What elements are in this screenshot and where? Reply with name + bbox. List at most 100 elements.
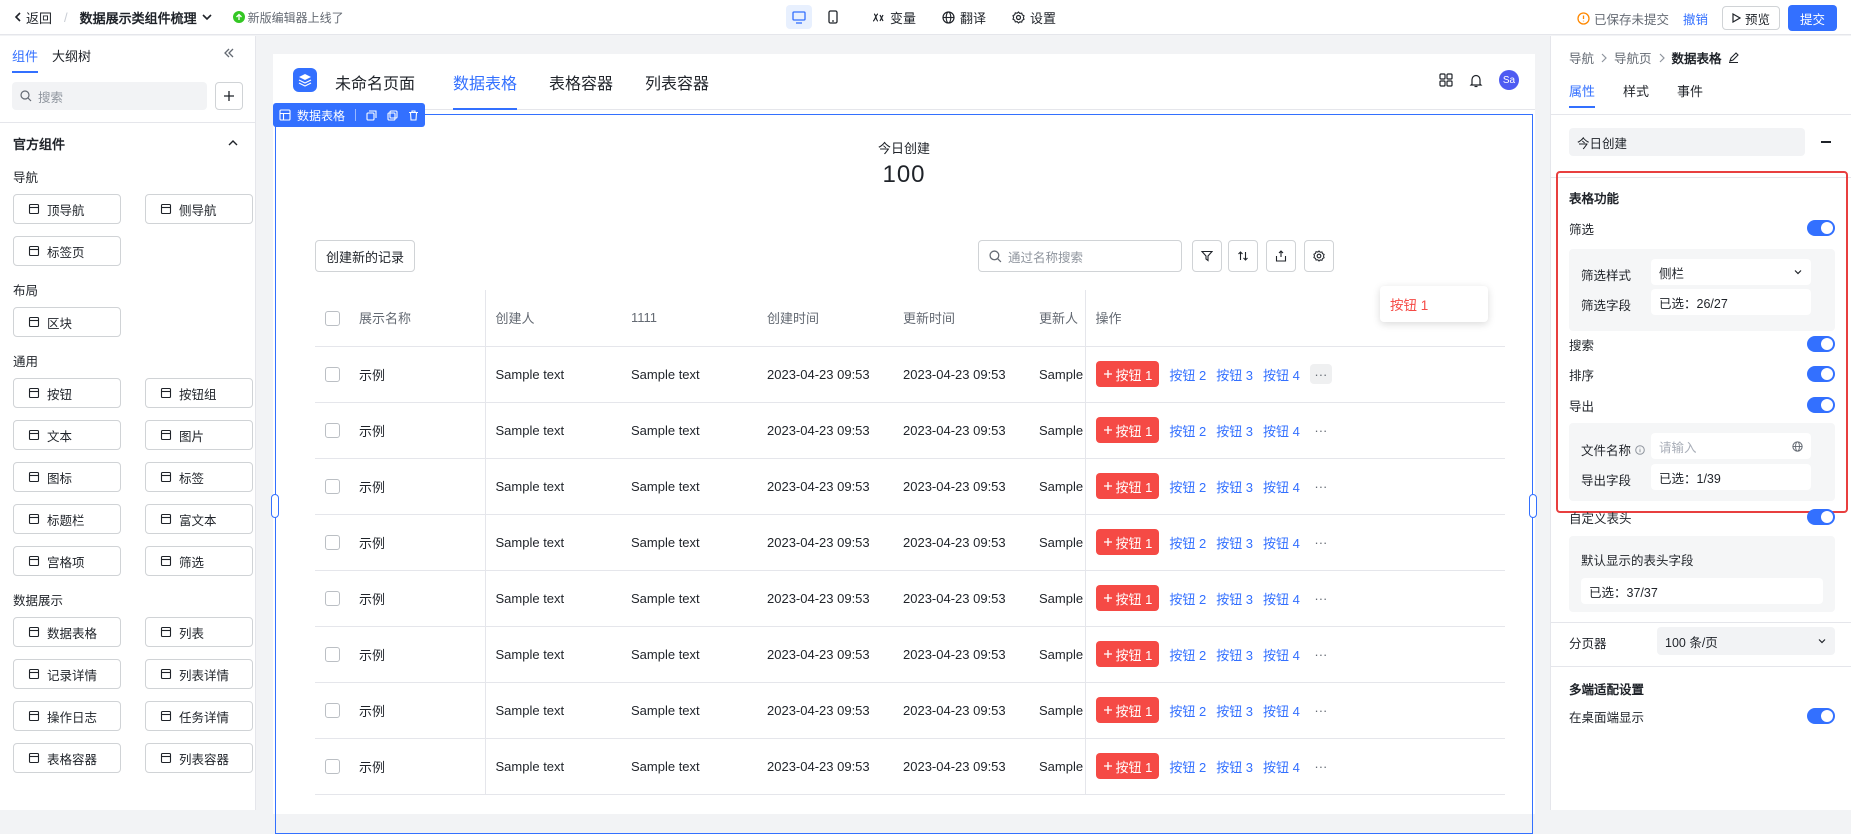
undo-link[interactable]: 撤销 — [1683, 9, 1708, 28]
action-button-1[interactable]: 按钮 1 — [1095, 585, 1160, 611]
more-actions-button[interactable]: ··· — [1310, 532, 1332, 552]
component-item[interactable]: 按钮 — [13, 378, 121, 408]
more-actions-button[interactable]: ··· — [1309, 364, 1332, 384]
title-input[interactable]: 今日创建 — [1569, 128, 1805, 156]
preview-button[interactable]: 预览 — [1721, 6, 1780, 30]
action-button-3[interactable]: 按钮 3 — [1216, 701, 1253, 720]
component-item[interactable]: 标签 — [145, 462, 253, 492]
action-button-3[interactable]: 按钮 3 — [1216, 477, 1253, 496]
action-button-4[interactable]: 按钮 4 — [1263, 365, 1300, 384]
row-checkbox[interactable] — [325, 591, 340, 607]
more-actions-button[interactable]: ··· — [1310, 476, 1332, 496]
translate-button[interactable]: 翻译 — [942, 8, 986, 27]
action-button-3[interactable]: 按钮 3 — [1216, 645, 1253, 664]
action-button-3[interactable]: 按钮 3 — [1216, 365, 1253, 384]
edit-icon[interactable] — [1728, 52, 1739, 63]
component-item[interactable]: 富文本 — [145, 504, 253, 534]
action-button-4[interactable]: 按钮 4 — [1263, 421, 1300, 440]
table-row[interactable]: 示例 Sample text Sample text 2023-04-23 09:53… — [315, 514, 1505, 571]
collapse-panel-icon[interactable] — [223, 47, 235, 59]
action-button-2[interactable]: 按钮 2 — [1169, 421, 1206, 440]
filter-style-select[interactable]: 侧栏 — [1651, 259, 1811, 285]
table-row[interactable]: 示例 Sample text Sample text 2023-04-23 09:53… — [315, 346, 1505, 403]
filter-toggle[interactable] — [1807, 220, 1835, 236]
column-header[interactable]: 更新时间 — [893, 290, 1029, 347]
action-button-4[interactable]: 按钮 4 — [1263, 757, 1300, 776]
action-button-1[interactable]: 按钮 1 — [1095, 417, 1160, 443]
tab-properties[interactable]: 属性 — [1569, 81, 1596, 114]
submit-button[interactable]: 提交 — [1787, 5, 1837, 31]
row-checkbox[interactable] — [325, 703, 340, 719]
action-button-3[interactable]: 按钮 3 — [1216, 421, 1253, 440]
action-button-1[interactable]: 按钮 1 — [1095, 529, 1160, 555]
action-button-4[interactable]: 按钮 4 — [1263, 701, 1300, 720]
action-button-4[interactable]: 按钮 4 — [1263, 645, 1300, 664]
action-button-2[interactable]: 按钮 2 — [1169, 477, 1206, 496]
export-toggle[interactable] — [1807, 397, 1835, 413]
action-button-2[interactable]: 按钮 2 — [1169, 701, 1206, 720]
component-item[interactable]: 顶导航 — [13, 194, 121, 224]
breadcrumb-item[interactable]: 导航 — [1569, 48, 1594, 67]
table-search-input[interactable]: 通过名称搜索 — [978, 240, 1182, 272]
action-button-1[interactable]: 按钮 1 — [1095, 697, 1160, 723]
more-actions-button[interactable]: ··· — [1310, 756, 1332, 776]
tab-components[interactable]: 组件 — [12, 46, 39, 73]
custom-header-toggle[interactable] — [1807, 509, 1835, 525]
action-button-2[interactable]: 按钮 2 — [1169, 757, 1206, 776]
table-row[interactable]: 示例 Sample text Sample text 2023-04-23 09:53… — [315, 738, 1505, 795]
sort-button[interactable] — [1228, 240, 1258, 272]
action-button-2[interactable]: 按钮 2 — [1169, 589, 1206, 608]
component-item[interactable]: 数据表格 — [13, 617, 121, 647]
add-component-button[interactable] — [215, 82, 243, 110]
search-toggle[interactable] — [1807, 336, 1835, 352]
action-button-2[interactable]: 按钮 2 — [1169, 533, 1206, 552]
table-row[interactable]: 示例 Sample text Sample text 2023-04-23 09:53… — [315, 682, 1505, 739]
action-button-1[interactable]: 按钮 1 — [1095, 641, 1160, 667]
official-components-header[interactable]: 官方组件 — [0, 123, 255, 163]
component-item[interactable]: 标签页 — [13, 236, 121, 266]
resize-handle-left[interactable] — [271, 494, 279, 518]
column-header[interactable]: 展示名称 — [349, 290, 486, 347]
action-button-4[interactable]: 按钮 4 — [1263, 589, 1300, 608]
filter-button[interactable] — [1192, 240, 1222, 272]
component-item[interactable]: 图片 — [145, 420, 253, 450]
action-button-3[interactable]: 按钮 3 — [1216, 533, 1253, 552]
action-button-1[interactable]: 按钮 1 — [1095, 473, 1160, 499]
component-item[interactable]: 任务详情 — [145, 701, 253, 731]
mobile-view-button[interactable] — [820, 5, 846, 29]
copy-icon[interactable] — [366, 109, 377, 121]
component-item[interactable]: 文本 — [13, 420, 121, 450]
tab-events[interactable]: 事件 — [1677, 81, 1703, 114]
more-actions-button[interactable]: ··· — [1310, 700, 1332, 720]
column-header[interactable]: 更新人 — [1029, 290, 1085, 347]
component-item[interactable]: 列表详情 — [145, 659, 253, 689]
app-title-dropdown[interactable]: 数据展示类组件梳理 — [80, 8, 213, 27]
pager-select[interactable]: 100 条/页 — [1657, 627, 1835, 655]
component-item[interactable]: 宫格项 — [13, 546, 121, 576]
more-actions-button[interactable]: ··· — [1310, 420, 1332, 440]
table-row[interactable]: 示例 Sample text Sample text 2023-04-23 09:53… — [315, 626, 1505, 683]
sort-toggle[interactable] — [1807, 366, 1835, 382]
row-checkbox[interactable] — [325, 367, 340, 383]
bell-icon[interactable] — [1469, 73, 1483, 88]
avatar[interactable]: Sa — [1499, 70, 1519, 90]
back-button[interactable]: 返回 — [12, 8, 52, 27]
component-item[interactable]: 表格容器 — [13, 743, 121, 773]
component-item[interactable]: 记录详情 — [13, 659, 121, 689]
apps-grid-icon[interactable] — [1439, 73, 1453, 87]
table-settings-button[interactable] — [1304, 240, 1334, 272]
nav-item-list-container[interactable]: 列表容器 — [645, 54, 709, 110]
action-button-1[interactable]: 按钮 1 — [1095, 361, 1160, 387]
select-all-checkbox[interactable] — [325, 310, 340, 326]
component-item[interactable]: 列表容器 — [145, 743, 253, 773]
row-checkbox[interactable] — [325, 647, 340, 663]
action-button-4[interactable]: 按钮 4 — [1263, 477, 1300, 496]
resize-handle-right[interactable] — [1529, 494, 1537, 518]
export-fields-picker[interactable]: 已选：1/39 — [1651, 464, 1811, 490]
component-item[interactable]: 侧导航 — [145, 194, 253, 224]
file-name-input[interactable]: 请输入 — [1651, 433, 1811, 459]
table-row[interactable]: 示例 Sample text Sample text 2023-04-23 09:53… — [315, 570, 1505, 627]
component-item[interactable]: 操作日志 — [13, 701, 121, 731]
tab-outline[interactable]: 大纲树 — [52, 46, 91, 65]
variables-button[interactable]: 变量 — [872, 8, 916, 27]
